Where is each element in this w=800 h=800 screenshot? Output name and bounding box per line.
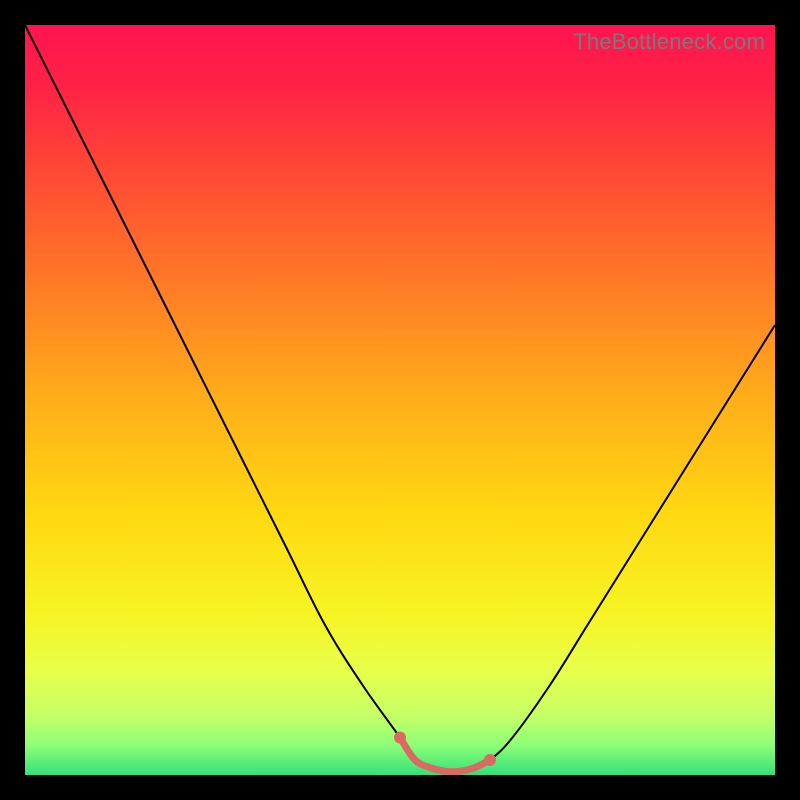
watermark-text: TheBottleneck.com bbox=[573, 29, 765, 55]
optimal-range-end-dot bbox=[484, 754, 496, 766]
optimal-range-segment bbox=[400, 738, 490, 772]
curve-layer bbox=[25, 25, 775, 775]
chart-frame: TheBottleneck.com bbox=[0, 0, 800, 800]
plot-area: TheBottleneck.com bbox=[25, 25, 775, 775]
bottleneck-curve bbox=[25, 25, 775, 772]
optimal-range-start-dot bbox=[394, 732, 406, 744]
